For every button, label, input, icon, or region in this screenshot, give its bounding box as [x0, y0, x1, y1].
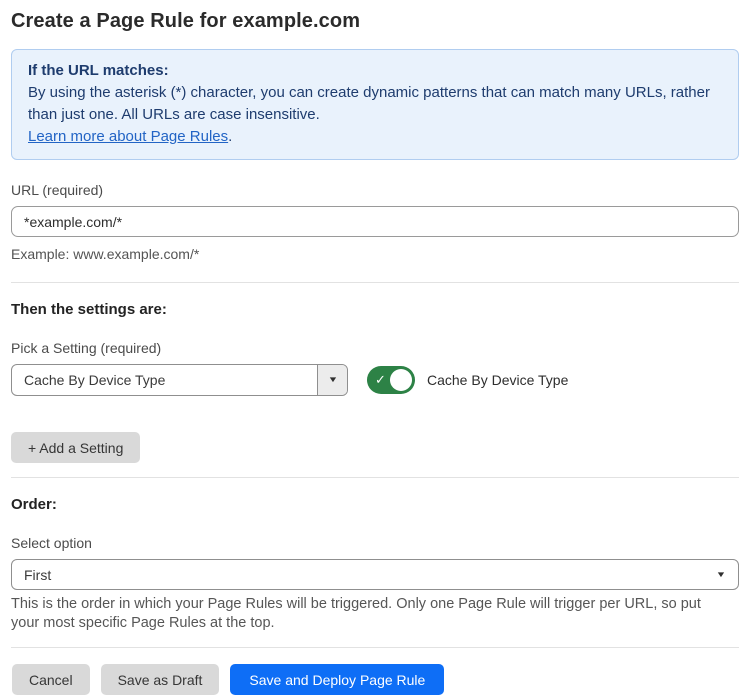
link-suffix: . [228, 128, 232, 145]
cancel-button[interactable]: Cancel [12, 664, 90, 695]
check-icon: ✓ [375, 373, 386, 386]
toggle-knob [390, 369, 412, 391]
save-as-draft-button[interactable]: Save as Draft [101, 664, 220, 695]
toggle-label: Cache By Device Type [427, 372, 568, 388]
divider [11, 647, 739, 648]
divider [11, 282, 739, 283]
footer-actions: Cancel Save as Draft Save and Deploy Pag… [11, 664, 739, 695]
info-box-body: By using the asterisk (*) character, you… [28, 82, 722, 126]
divider [11, 477, 739, 478]
order-select[interactable]: First ▼ [11, 559, 739, 590]
setting-picker-label: Pick a Setting (required) [11, 340, 739, 356]
caret-down-icon: ▼ [327, 376, 338, 384]
caret-down-icon: ▼ [716, 571, 727, 579]
add-setting-button[interactable]: + Add a Setting [11, 432, 140, 463]
setting-dropdown-arrow-button[interactable]: ▼ [317, 365, 347, 395]
info-box-link-line: Learn more about Page Rules. [28, 126, 722, 148]
url-field-label: URL (required) [11, 182, 739, 198]
setting-dropdown-value: Cache By Device Type [12, 365, 317, 395]
page-title: Create a Page Rule for example.com [11, 10, 739, 33]
setting-dropdown[interactable]: Cache By Device Type ▼ [11, 364, 348, 396]
order-section-heading: Order: [11, 496, 739, 513]
order-select-value: First [24, 567, 51, 583]
order-helper-text: This is the order in which your Page Rul… [11, 595, 723, 633]
create-page-rule-form: Create a Page Rule for example.com If th… [0, 0, 750, 688]
info-box-heading: If the URL matches: [28, 60, 722, 82]
save-and-deploy-button[interactable]: Save and Deploy Page Rule [230, 664, 444, 695]
learn-more-link[interactable]: Learn more about Page Rules [28, 128, 228, 145]
url-match-info-box: If the URL matches: By using the asteris… [11, 49, 739, 160]
settings-section-heading: Then the settings are: [11, 301, 739, 318]
url-input[interactable] [11, 206, 739, 237]
cache-by-device-type-toggle[interactable]: ✓ [367, 366, 415, 394]
setting-row: Cache By Device Type ▼ ✓ Cache By Device… [11, 364, 739, 396]
url-field-helper: Example: www.example.com/* [11, 245, 739, 264]
order-select-label: Select option [11, 535, 739, 551]
